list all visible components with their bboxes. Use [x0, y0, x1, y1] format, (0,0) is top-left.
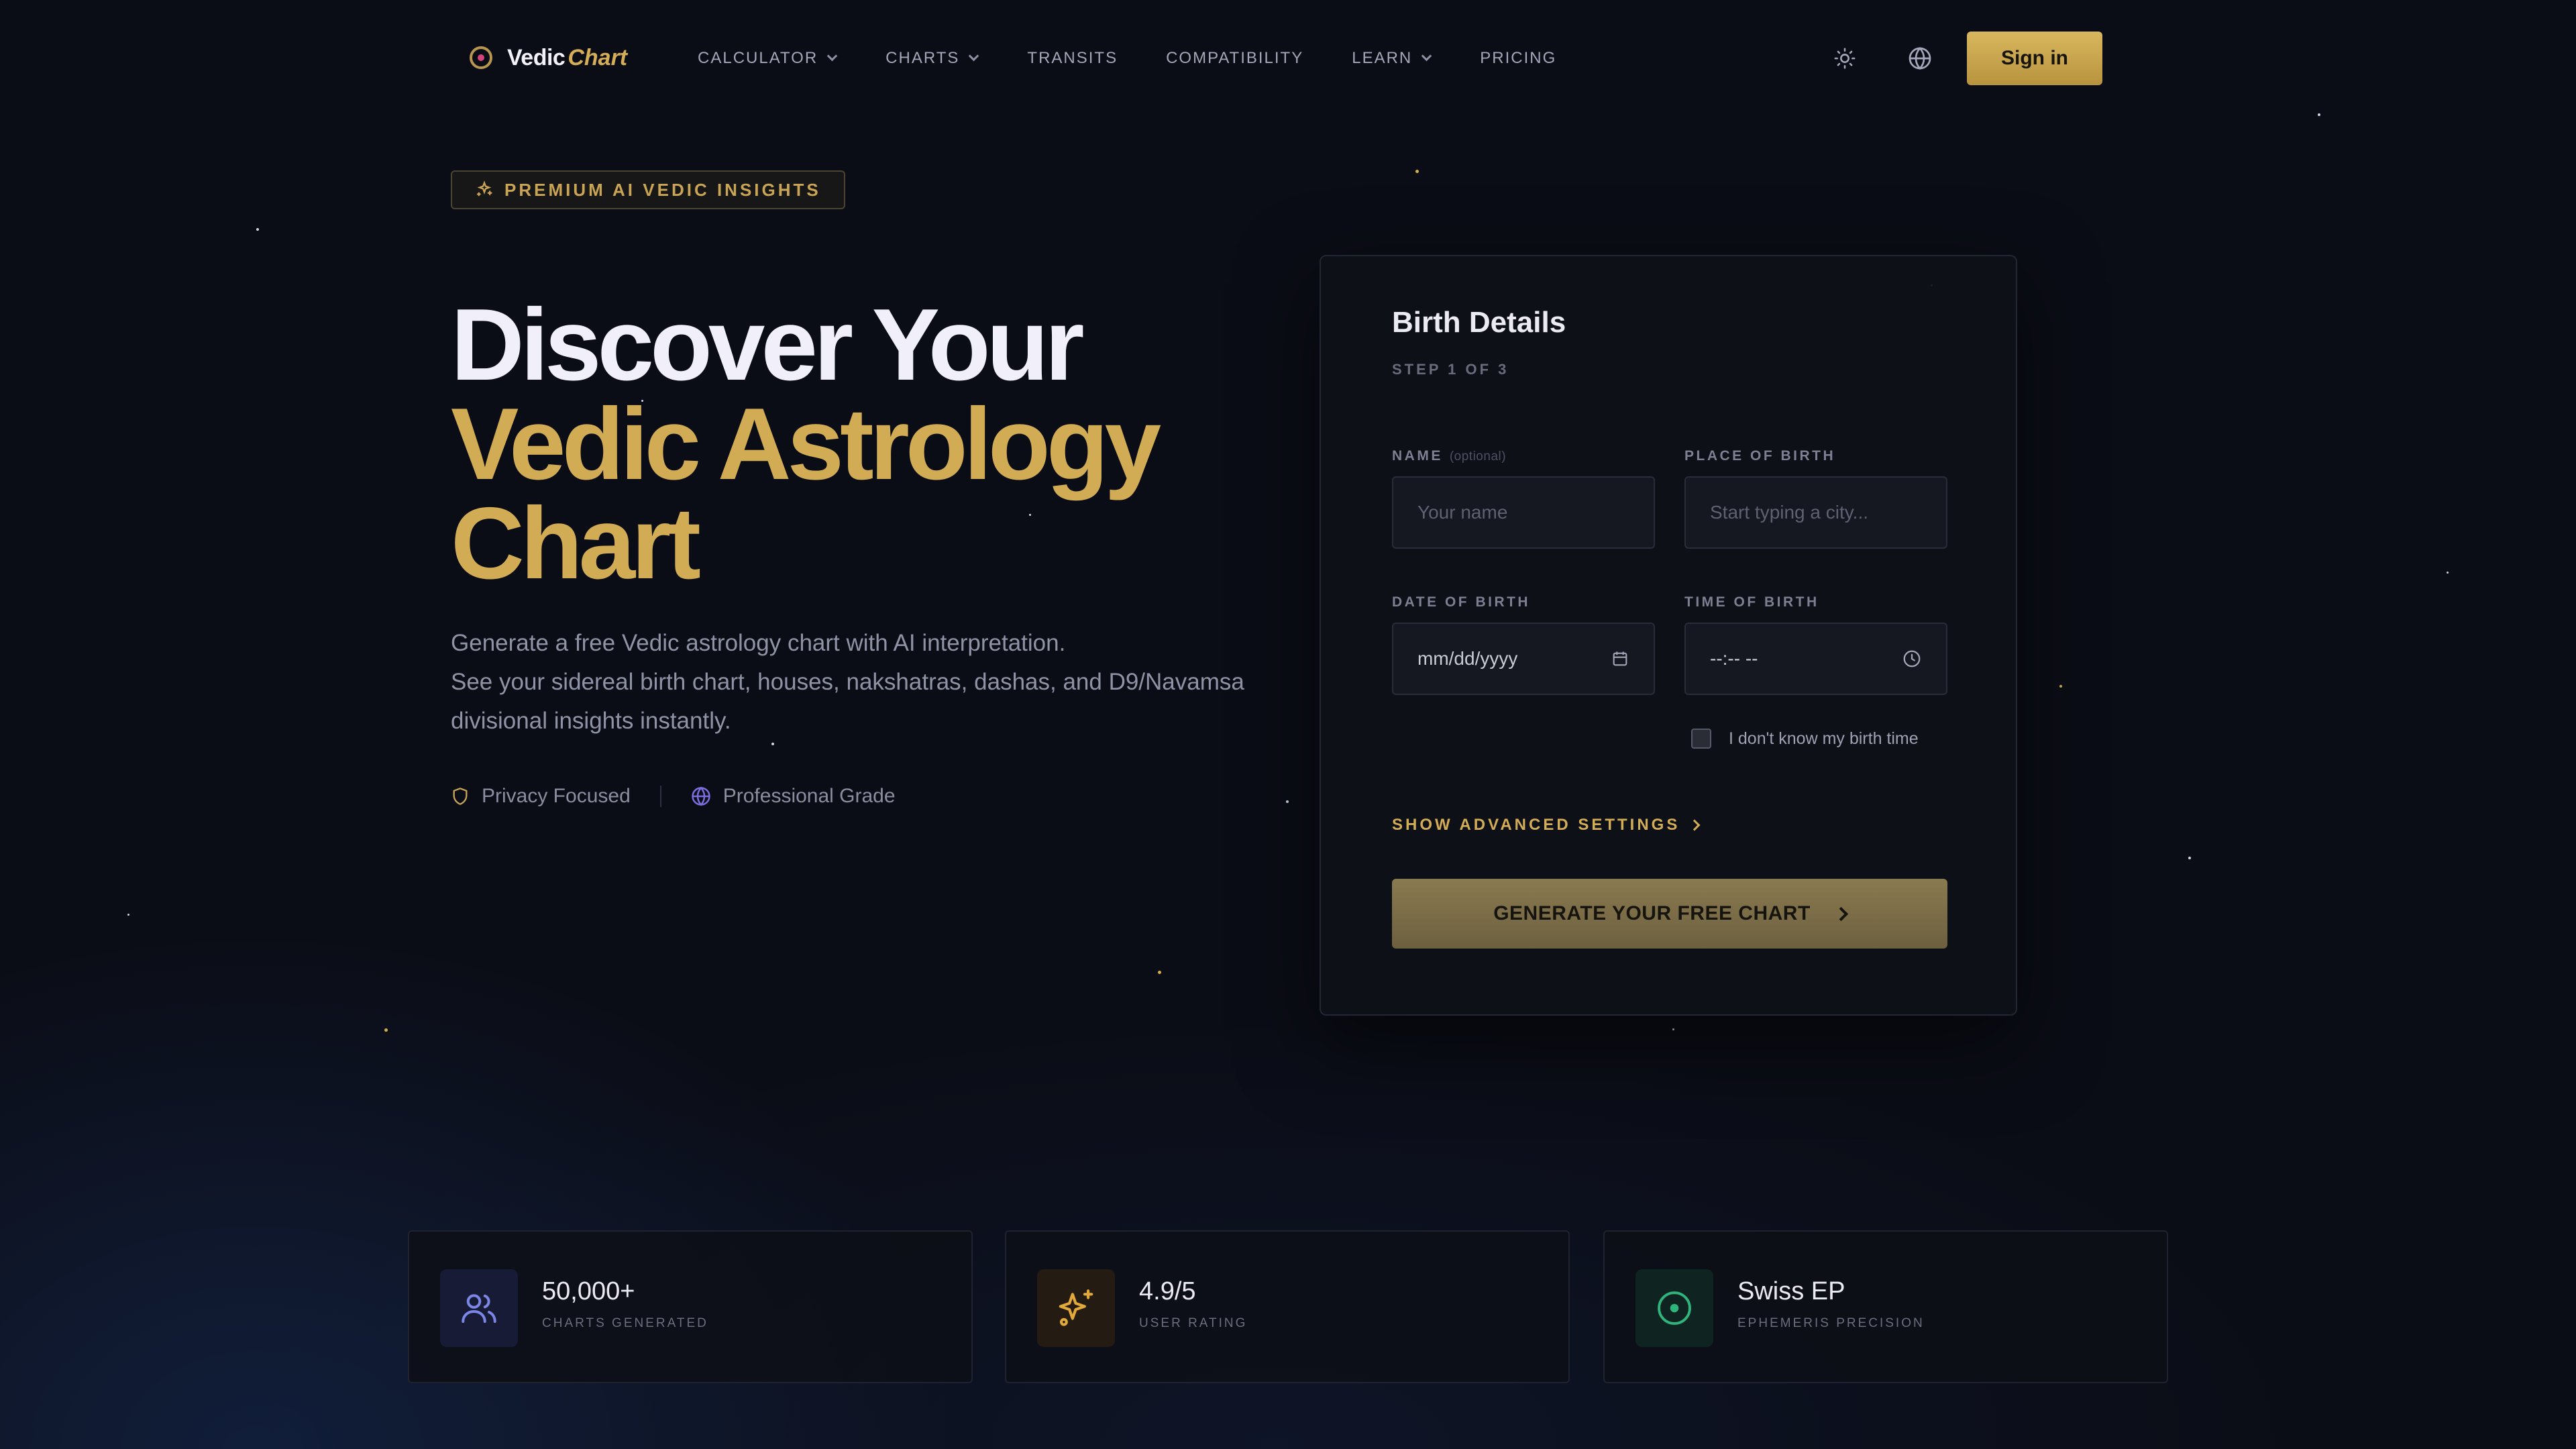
name-input[interactable]: Your name	[1392, 476, 1655, 549]
stat-value: 50,000+	[542, 1277, 635, 1305]
logo[interactable]: Vedic Chart	[470, 43, 627, 72]
nav-item-transits[interactable]: TRANSITS	[1027, 47, 1118, 70]
place-of-birth-input[interactable]: Start typing a city...	[1684, 476, 1947, 549]
nav-links: CALCULATOR CHARTS TRANSITS COMPATIBILITY…	[698, 47, 1556, 70]
unknown-birth-time-option[interactable]: I don't know my birth time	[1691, 729, 1919, 749]
optional-hint: (optional)	[1449, 449, 1507, 464]
show-advanced-settings-link[interactable]: SHOW ADVANCED SETTINGS	[1392, 816, 1701, 835]
nav-item-learn[interactable]: LEARN	[1352, 47, 1432, 70]
premium-badge: PREMIUM AI VEDIC INSIGHTS	[451, 170, 845, 209]
chevron-down-icon	[826, 50, 838, 61]
trust-indicators: Privacy Focused Professional Grade	[451, 785, 896, 808]
generate-chart-button[interactable]: GENERATE YOUR FREE CHART	[1392, 879, 1947, 949]
hero-title-line-1: Discover Your	[451, 288, 1085, 402]
nav-item-charts[interactable]: CHARTS	[885, 47, 979, 70]
date-of-birth-input[interactable]: mm/dd/yyyy	[1392, 623, 1655, 695]
shield-icon	[453, 788, 468, 805]
stat-card-ephemeris: Swiss EP EPHEMERIS PRECISION	[1603, 1230, 2168, 1383]
nav-item-label: CHARTS	[885, 49, 960, 67]
nav-item-calculator[interactable]: CALCULATOR	[698, 47, 838, 70]
logo-text: Vedic	[507, 44, 566, 70]
hero-subtitle-line-3: divisional insights instantly.	[451, 708, 731, 734]
form-title: Birth Details	[1392, 306, 1566, 339]
place-of-birth-label: PLACE OF BIRTH	[1684, 448, 1836, 464]
globe-icon	[1909, 47, 1931, 70]
name-label-text: NAME	[1392, 448, 1443, 464]
trust-label: Privacy Focused	[482, 785, 631, 807]
hero-title: Discover Your Vedic Astrology Chart	[451, 288, 1161, 600]
hero-title-line-2: Vedic Astrology	[451, 387, 1161, 501]
clock-icon[interactable]	[1902, 649, 1922, 669]
globe-icon	[692, 786, 710, 806]
name-placeholder: Your name	[1417, 502, 1508, 523]
badge-text: PREMIUM AI VEDIC INSIGHTS	[504, 179, 821, 200]
theme-toggle-button[interactable]	[1826, 40, 1864, 77]
sign-in-button[interactable]: Sign in	[1967, 32, 2102, 85]
place-placeholder: Start typing a city...	[1710, 502, 1869, 523]
sparkles-icon	[1059, 1289, 1093, 1326]
chevron-right-icon	[1688, 819, 1701, 831]
sparkles-icon	[476, 180, 492, 197]
name-label: NAME (optional)	[1392, 448, 1506, 464]
nav-item-label: COMPATIBILITY	[1166, 49, 1304, 67]
divider	[659, 786, 661, 807]
date-of-birth-label: DATE OF BIRTH	[1392, 594, 1531, 610]
stat-card-charts: 50,000+ CHARTS GENERATED	[408, 1230, 973, 1383]
stat-icon-box	[440, 1269, 518, 1347]
hero-title-line-3: Chart	[451, 486, 701, 600]
hero-subtitle: Generate a free Vedic astrology chart wi…	[451, 624, 1283, 741]
nav-item-label: TRANSITS	[1027, 49, 1118, 67]
logo-accent-text: Chart	[568, 44, 628, 70]
stat-value: 4.9/5	[1139, 1277, 1196, 1305]
step-indicator: STEP 1 OF 3	[1392, 361, 1509, 378]
advanced-settings-label: SHOW ADVANCED SETTINGS	[1392, 816, 1680, 834]
sun-icon	[1834, 48, 1856, 69]
chevron-down-icon	[1421, 50, 1432, 61]
nav-item-label: PRICING	[1480, 49, 1557, 67]
stat-label: EPHEMERIS PRECISION	[1737, 1316, 1925, 1330]
stat-card-rating: 4.9/5 USER RATING	[1005, 1230, 1570, 1383]
stat-label: CHARTS GENERATED	[542, 1316, 708, 1330]
trust-item-professional: Professional Grade	[691, 785, 896, 808]
top-navigation: Vedic Chart CALCULATOR CHARTS TRANSITS C…	[0, 0, 2576, 117]
hero-subtitle-line-1: Generate a free Vedic astrology chart wi…	[451, 630, 1066, 656]
nav-item-label: CALCULATOR	[698, 49, 818, 67]
calendar-icon[interactable]	[1611, 649, 1629, 668]
stat-icon-box	[1037, 1269, 1115, 1347]
stat-value: Swiss EP	[1737, 1277, 1845, 1305]
logo-icon	[470, 46, 492, 69]
birth-details-form: Birth Details STEP 1 OF 3 NAME (optional)…	[1320, 255, 2017, 1016]
time-of-birth-input[interactable]: --:-- --	[1684, 623, 1947, 695]
target-icon	[1658, 1291, 1691, 1325]
nav-item-pricing[interactable]: PRICING	[1480, 47, 1556, 70]
hero-subtitle-line-2: See your sidereal birth chart, houses, n…	[451, 669, 1244, 695]
generate-chart-label: GENERATE YOUR FREE CHART	[1493, 902, 1811, 924]
trust-label: Professional Grade	[722, 785, 896, 807]
stat-label: USER RATING	[1139, 1316, 1248, 1330]
nav-actions: Sign in	[1826, 32, 2102, 85]
trust-item-privacy: Privacy Focused	[451, 785, 631, 808]
date-value: mm/dd/yyyy	[1417, 648, 1518, 669]
nav-item-compatibility[interactable]: COMPATIBILITY	[1166, 47, 1303, 70]
unknown-birth-time-checkbox[interactable]	[1691, 729, 1711, 749]
time-of-birth-label: TIME OF BIRTH	[1684, 594, 1819, 610]
chevron-down-icon	[969, 50, 979, 61]
chevron-right-icon	[1833, 906, 1848, 921]
stat-icon-box	[1635, 1269, 1713, 1347]
time-value: --:-- --	[1710, 648, 1758, 669]
nav-item-label: LEARN	[1352, 49, 1413, 67]
unknown-birth-time-label: I don't know my birth time	[1729, 729, 1919, 748]
language-button[interactable]	[1901, 40, 1939, 77]
users-icon	[462, 1294, 496, 1323]
